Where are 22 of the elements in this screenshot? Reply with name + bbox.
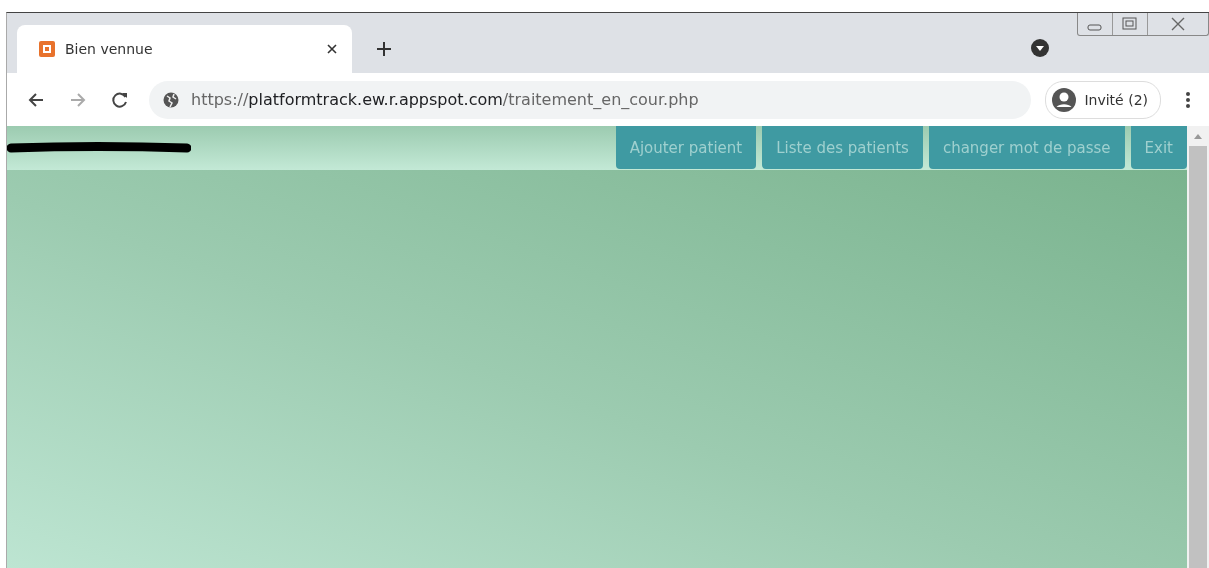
url-text: https://platformtrack.ew.r.appspot.com/traitement_en_cour.php (191, 90, 699, 109)
scrollbar-thumb[interactable] (1189, 146, 1207, 568)
profile-button[interactable]: Invité (2) (1045, 80, 1161, 119)
nav-button[interactable]: Ajouter patient (615, 126, 757, 169)
address-bar[interactable]: https://platformtrack.ew.r.appspot.com/traitement_en_cour.php (149, 80, 1032, 119)
tab-title: Bien vennue (65, 41, 154, 57)
globe-icon (163, 91, 179, 108)
nav-button[interactable]: Exit (1130, 126, 1187, 169)
scrollbar[interactable] (1187, 126, 1209, 568)
close-icon[interactable] (326, 43, 338, 55)
menu-icon[interactable] (1185, 90, 1191, 109)
new-tab-icon[interactable] (376, 41, 392, 57)
app-logo-icon (39, 41, 55, 57)
scroll-up-icon[interactable] (1193, 132, 1203, 140)
person-icon (1052, 87, 1077, 112)
reload-icon[interactable] (111, 90, 129, 109)
dropdown-icon[interactable] (1031, 39, 1049, 57)
back-icon[interactable] (27, 90, 45, 109)
nav-button[interactable]: changer mot de passe (928, 126, 1125, 169)
nav-button[interactable]: Liste des patients (762, 126, 923, 169)
browser-tab[interactable]: Bien vennue (17, 25, 352, 73)
forward-icon[interactable] (69, 90, 87, 109)
